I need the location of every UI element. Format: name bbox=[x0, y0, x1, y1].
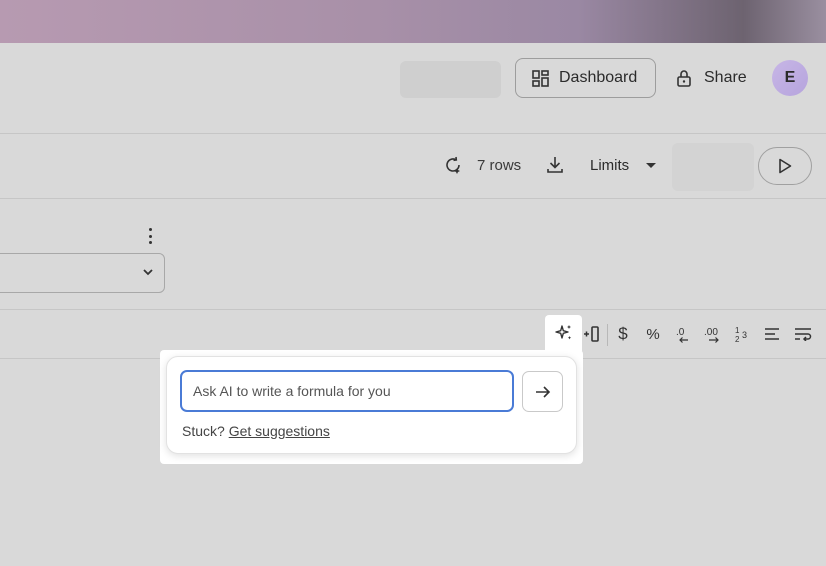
placeholder-block bbox=[672, 143, 754, 191]
dashboard-label: Dashboard bbox=[559, 69, 638, 86]
caret-down-icon bbox=[646, 162, 657, 168]
avatar[interactable]: E bbox=[772, 60, 808, 96]
ai-sparkle-button[interactable] bbox=[545, 315, 582, 351]
limits-label: Limits bbox=[590, 157, 630, 174]
share-button[interactable]: Share bbox=[676, 58, 747, 98]
svg-text:3: 3 bbox=[742, 330, 747, 340]
currency-icon[interactable]: $ bbox=[612, 322, 634, 346]
column-select[interactable] bbox=[0, 253, 165, 293]
play-icon bbox=[779, 158, 792, 174]
ai-formula-popup-frame: Stuck? Get suggestions bbox=[160, 350, 583, 464]
stuck-label: Stuck? bbox=[182, 423, 225, 439]
limits-dropdown[interactable]: Limits bbox=[590, 157, 657, 174]
dashboard-button[interactable]: Dashboard bbox=[515, 58, 656, 98]
query-toolbar: 7 rows Limits bbox=[0, 135, 826, 199]
help-line: Stuck? Get suggestions bbox=[182, 423, 330, 439]
arrow-right-icon bbox=[535, 385, 550, 398]
download-icon bbox=[547, 157, 563, 173]
submit-prompt-button[interactable] bbox=[522, 371, 563, 412]
lock-icon bbox=[677, 70, 691, 87]
align-left-icon[interactable] bbox=[762, 322, 782, 346]
svg-text:.0: .0 bbox=[676, 327, 685, 338]
percent-icon[interactable]: % bbox=[642, 322, 664, 346]
insert-column-icon[interactable] bbox=[582, 322, 602, 346]
decrease-decimal-icon[interactable]: .0 bbox=[672, 322, 694, 346]
more-options-icon[interactable] bbox=[142, 226, 158, 246]
placeholder-pill bbox=[400, 61, 501, 98]
svg-text:2: 2 bbox=[735, 335, 740, 344]
wrap-text-icon[interactable] bbox=[792, 322, 814, 346]
svg-text:1: 1 bbox=[735, 326, 740, 335]
avatar-initial: E bbox=[784, 69, 796, 86]
get-suggestions-link[interactable]: Get suggestions bbox=[229, 423, 330, 439]
run-button[interactable] bbox=[758, 147, 812, 185]
ai-sparkle-icon bbox=[554, 325, 571, 340]
rows-count: 7 rows bbox=[477, 156, 522, 174]
rows-info[interactable]: 7 rows bbox=[443, 155, 521, 175]
svg-text:.00: .00 bbox=[704, 327, 718, 338]
dashboard-icon bbox=[532, 69, 549, 87]
share-label: Share bbox=[704, 69, 747, 86]
chevron-down-icon bbox=[143, 269, 153, 276]
refresh-sparkle-icon bbox=[446, 156, 460, 174]
ai-formula-popup: Stuck? Get suggestions bbox=[166, 356, 577, 454]
toolbar-divider bbox=[607, 324, 608, 346]
increase-decimal-icon[interactable]: .00 bbox=[702, 322, 726, 346]
header: Dashboard Share E bbox=[0, 43, 826, 134]
fraction-icon[interactable]: 123 bbox=[733, 322, 753, 346]
top-banner bbox=[0, 0, 826, 43]
ai-prompt-input[interactable] bbox=[180, 370, 514, 412]
download-button[interactable] bbox=[545, 155, 565, 180]
